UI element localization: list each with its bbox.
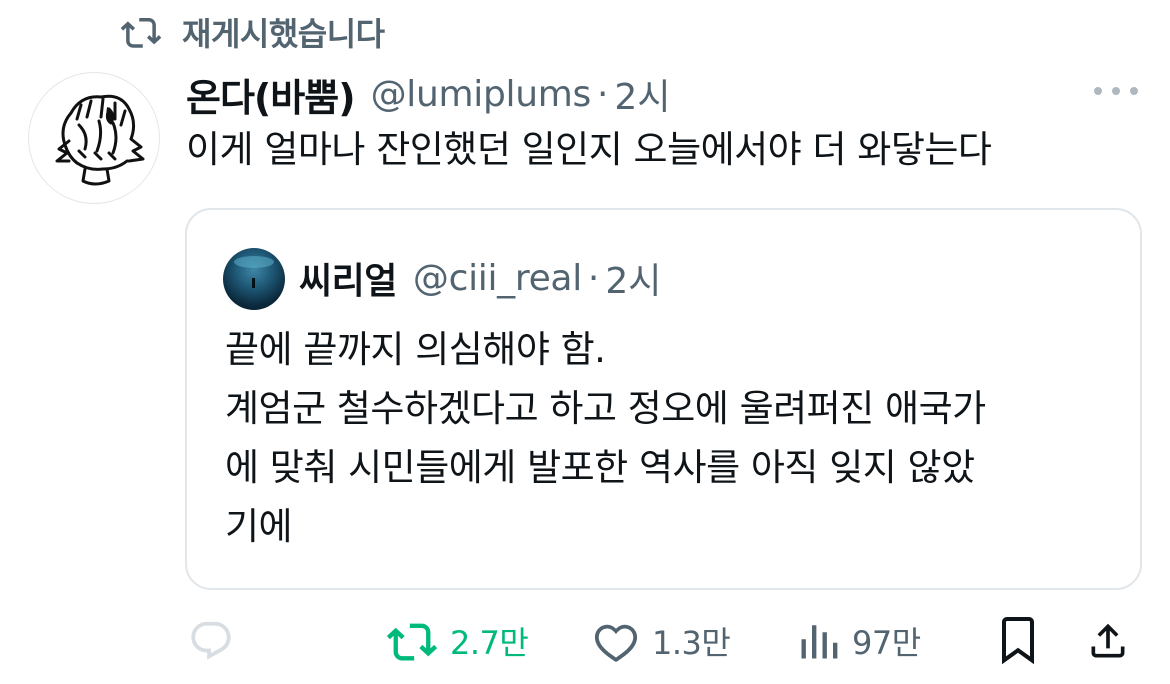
author-handle[interactable]: @lumiplums	[371, 74, 592, 115]
repost-label: 재게시했습니다	[182, 15, 385, 53]
underwater-avatar-icon	[234, 256, 274, 288]
share-button[interactable]	[1086, 606, 1130, 676]
separator-dot: ·	[587, 257, 600, 299]
views-button[interactable]: 97만	[798, 606, 921, 676]
bookmark-button[interactable]	[998, 606, 1038, 676]
quoted-header: 씨리얼 @ciii_real · 2시	[299, 250, 661, 306]
quoted-tweet[interactable]: 씨리얼 @ciii_real · 2시 끝에 끝까지 의심해야 함. 계엄군 철…	[185, 208, 1142, 590]
tweet-header: 온다(바뿜) @lumiplums · 2시	[186, 66, 670, 122]
tweet-text: 이게 얼마나 잔인했던 일인지 오늘에서야 더 와닿는다	[186, 128, 992, 171]
hand-drawn-avatar-icon	[55, 94, 145, 186]
author-name[interactable]: 온다(바뿜)	[186, 67, 356, 122]
quoted-line: 에 맞춰 시민들에게 발포한 역사를 아직 잊지 않았	[225, 446, 975, 489]
reply-icon	[186, 618, 236, 664]
repost-icon	[386, 618, 438, 664]
author-avatar[interactable]	[28, 72, 160, 204]
quoted-author-avatar[interactable]	[223, 248, 285, 310]
like-button[interactable]: 1.3만	[592, 606, 731, 676]
quoted-text: 끝에 끝까지 의심해야 함. 계엄군 철수하겠다고 하고 정오에 울려퍼진 애국…	[225, 320, 986, 556]
quoted-author-name[interactable]: 씨리얼	[299, 252, 397, 304]
views-count: 97만	[852, 624, 921, 662]
bookmark-icon	[998, 617, 1038, 665]
quoted-author-handle[interactable]: @ciii_real	[413, 258, 582, 299]
like-count: 1.3만	[652, 624, 731, 662]
quoted-line: 기에	[225, 505, 293, 548]
repost-button[interactable]: 2.7만	[386, 606, 529, 676]
repost-icon	[120, 14, 162, 50]
heart-icon	[592, 618, 640, 664]
more-options-icon[interactable]	[1094, 76, 1138, 106]
quoted-line: 계엄군 철수하겠다고 하고 정오에 울려퍼진 애국가	[225, 387, 986, 430]
share-icon	[1086, 618, 1130, 664]
views-icon	[798, 618, 840, 664]
quoted-time[interactable]: 2시	[605, 252, 661, 304]
reply-button[interactable]	[186, 606, 236, 676]
separator-dot: ·	[596, 73, 609, 115]
quoted-line: 끝에 끝까지 의심해야 함.	[225, 328, 606, 371]
tweet-time[interactable]: 2시	[614, 68, 670, 120]
repost-count: 2.7만	[450, 624, 529, 662]
repost-banner: 재게시했습니다	[120, 10, 385, 54]
action-bar: 2.7만 1.3만 97만	[186, 606, 1146, 676]
